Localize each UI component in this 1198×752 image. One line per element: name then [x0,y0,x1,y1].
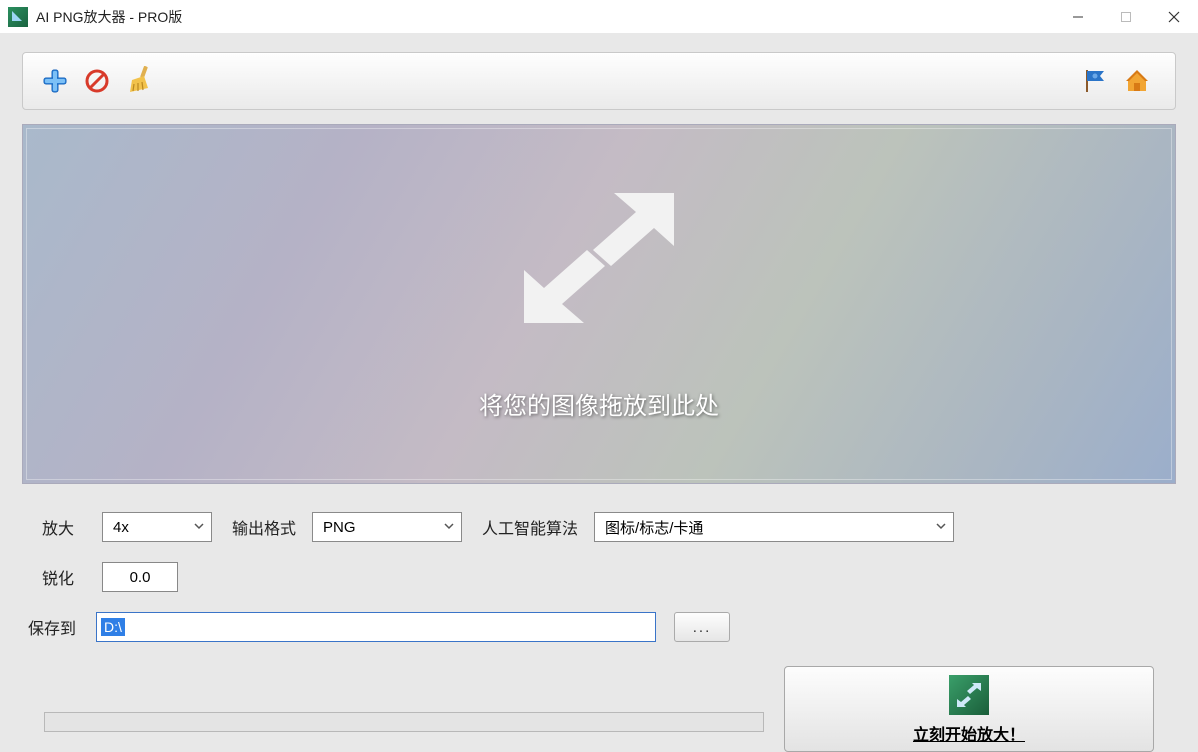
expand-arrow-icon [519,188,679,328]
save-path-value: D:\ [101,618,125,636]
start-icon [949,675,989,715]
titlebar: AI PNG放大器 - PRO版 [0,0,1198,34]
algo-select[interactable]: 图标/标志/卡通 [594,512,954,542]
sharpen-input[interactable]: 0.0 [102,562,178,592]
start-button[interactable]: 立刻开始放大！ [784,666,1154,752]
algo-label: 人工智能算法 [482,515,578,539]
chevron-down-icon [935,519,947,535]
magnify-label: 放大 [42,515,92,539]
home-button[interactable] [1119,63,1155,99]
progress-bar [44,712,764,732]
window-title: AI PNG放大器 - PRO版 [36,7,182,27]
broom-icon [126,66,152,96]
home-icon [1124,68,1150,94]
dropzone-hint: 将您的图像拖放到此处 [479,386,719,421]
flag-icon [1082,68,1108,94]
forbid-icon [85,69,109,93]
browse-label: ... [693,619,712,636]
clear-button[interactable] [121,63,157,99]
start-button-label: 立刻开始放大！ [913,721,1025,745]
dropzone[interactable]: 将您的图像拖放到此处 [22,124,1176,484]
app-icon [8,7,28,27]
minimize-button[interactable] [1054,0,1102,34]
format-value: PNG [323,519,443,536]
maximize-button [1102,0,1150,34]
sharpen-value: 0.0 [130,569,151,586]
magnify-select[interactable]: 4x [102,512,212,542]
chevron-down-icon [443,519,455,535]
magnify-value: 4x [113,519,193,536]
add-icon [42,68,68,94]
browse-button[interactable]: ... [674,612,730,642]
format-label: 输出格式 [232,515,296,539]
forbid-button[interactable] [79,63,115,99]
close-button[interactable] [1150,0,1198,34]
format-select[interactable]: PNG [312,512,462,542]
chevron-down-icon [193,519,205,535]
add-button[interactable] [37,63,73,99]
client-area: 将您的图像拖放到此处 放大 4x 输出格式 PNG 人工智能算法 图标/标志/卡… [0,34,1198,752]
controls-panel: 放大 4x 输出格式 PNG 人工智能算法 图标/标志/卡通 锐化 0.0 [22,512,1176,642]
algo-value: 图标/标志/卡通 [605,517,935,538]
flag-button[interactable] [1077,63,1113,99]
sharpen-label: 锐化 [42,565,92,589]
save-path-input[interactable]: D:\ [96,612,656,642]
save-to-label: 保存到 [28,615,86,639]
main-toolbar [22,52,1176,110]
